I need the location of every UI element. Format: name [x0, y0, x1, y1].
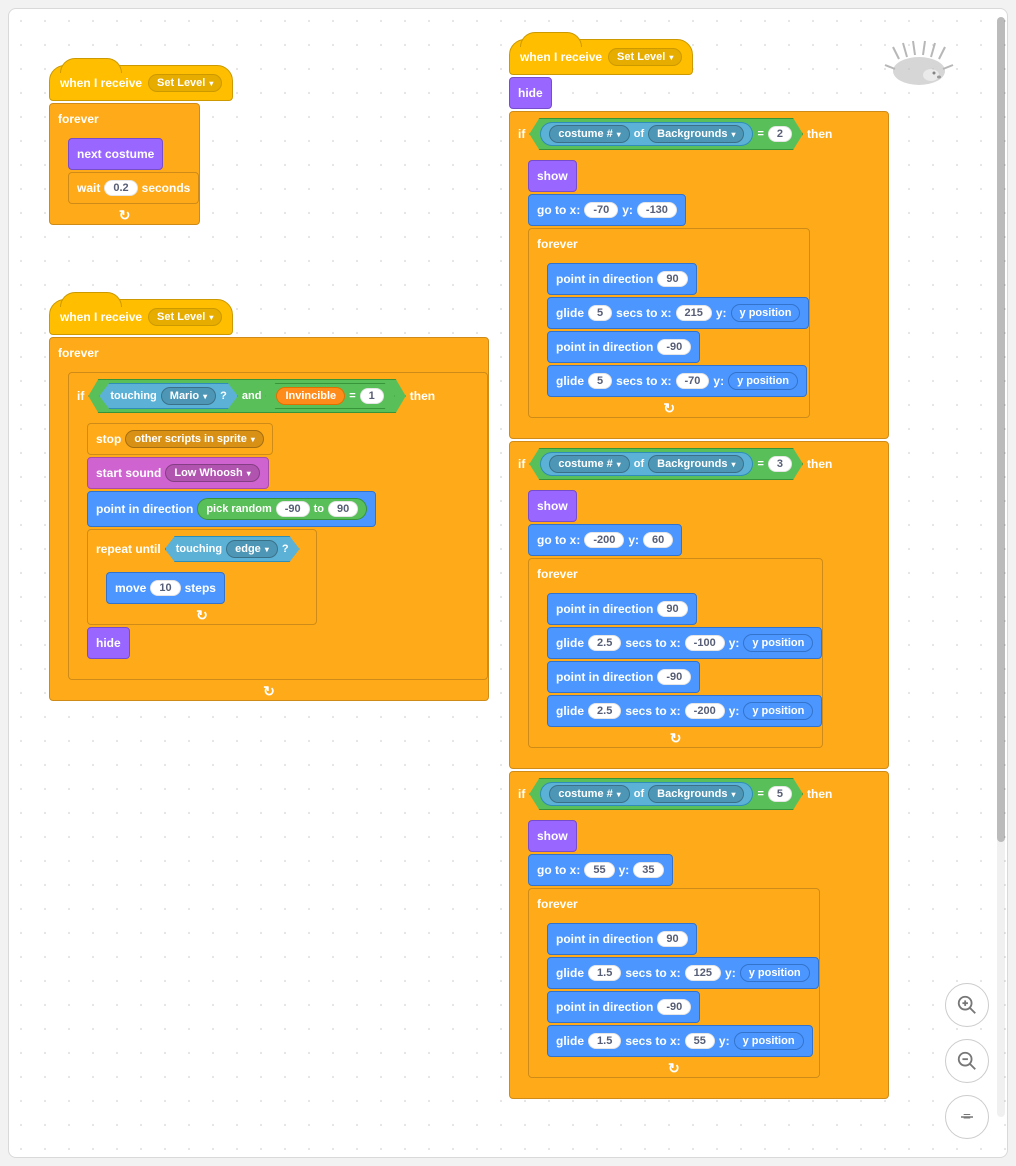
if-block-1[interactable]: if costume #▾ of Backgrounds▾ = 2 then s…	[509, 111, 889, 439]
loop-arrow-icon: ↻	[196, 607, 208, 624]
wait-seconds-input[interactable]: 0.2	[104, 180, 137, 196]
touching-reporter[interactable]: touching Mario▾ ?	[99, 383, 238, 409]
goto-xy-block[interactable]: go to x:-70 y:-130	[528, 194, 686, 226]
loop-arrow-icon: ↻	[663, 400, 675, 417]
y-position-reporter[interactable]: y position	[731, 304, 801, 322]
scratch-workspace[interactable]: when I receive Set Level▾ forever next c…	[8, 8, 1008, 1158]
forever-block[interactable]: forever point in direction90 glide2.5 se…	[528, 558, 823, 748]
costume-of-reporter[interactable]: costume #▾ of Backgrounds▾	[540, 122, 753, 146]
forever-block[interactable]: forever if touching Mario▾ ? and	[49, 337, 489, 701]
point-direction-block[interactable]: point in direction pick random -90 to 90	[87, 491, 376, 527]
show-block[interactable]: show	[528, 160, 577, 192]
loop-arrow-icon: ↻	[119, 207, 131, 224]
glide-block[interactable]: glide5 secs to x:215 y:y position	[547, 297, 809, 329]
when-receive-hat[interactable]: when I receive Set Level▾	[49, 299, 233, 335]
hide-block[interactable]: hide	[509, 77, 552, 109]
stop-block[interactable]: stop other scripts in sprite▾	[87, 423, 273, 455]
equals-condition[interactable]: Invincible = 1	[265, 383, 394, 409]
stop-dropdown[interactable]: other scripts in sprite▾	[125, 430, 264, 448]
repeat-until-block[interactable]: repeat until touching edge▾ ? move	[87, 529, 317, 625]
vertical-scrollbar[interactable]	[997, 17, 1005, 1117]
zoom-in-icon	[956, 994, 978, 1016]
message-dropdown[interactable]: Set Level▾	[608, 48, 682, 66]
if-block-3[interactable]: if costume #▾ of Backgrounds▾ = 5 then s…	[509, 771, 889, 1099]
script-2[interactable]: when I receive Set Level▾ forever if tou…	[49, 299, 489, 701]
point-direction-block[interactable]: point in direction-90	[547, 331, 700, 363]
goto-xy-block[interactable]: go to x:55 y:35	[528, 854, 673, 886]
chevron-down-icon: ▾	[669, 53, 673, 62]
forever-block[interactable]: forever next costume wait 0.2 seconds ↻	[49, 103, 200, 225]
forever-block[interactable]: forever point in direction90 glide5 secs…	[528, 228, 810, 418]
zoom-out-icon	[956, 1050, 978, 1072]
forever-block[interactable]: forever point in direction90 glide1.5 se…	[528, 888, 820, 1078]
message-dropdown[interactable]: Set Level▾	[148, 308, 222, 326]
script-3[interactable]: when I receive Set Level▾ hide if costum…	[509, 39, 889, 1099]
start-sound-block[interactable]: start sound Low Whoosh▾	[87, 457, 269, 489]
touching-dropdown[interactable]: Mario▾	[161, 387, 216, 405]
svg-text:=: =	[963, 1109, 971, 1124]
zoom-in-button[interactable]	[945, 983, 989, 1027]
show-block[interactable]: show	[528, 820, 577, 852]
zoom-controls: =	[945, 983, 989, 1139]
hide-block[interactable]: hide	[87, 627, 130, 659]
zoom-reset-icon: =	[958, 1108, 976, 1126]
when-receive-hat[interactable]: when I receive Set Level▾	[49, 65, 233, 101]
loop-arrow-icon: ↻	[263, 683, 275, 700]
hat-label: when I receive	[60, 76, 142, 90]
loop-arrow-icon: ↻	[668, 1060, 680, 1077]
wait-block[interactable]: wait 0.2 seconds	[68, 172, 199, 204]
if-block[interactable]: if touching Mario▾ ? and Invincible =	[68, 372, 488, 680]
goto-xy-block[interactable]: go to x:-200 y:60	[528, 524, 682, 556]
pick-random-reporter[interactable]: pick random -90 to 90	[197, 498, 367, 520]
if-block-2[interactable]: if costume #▾ of Backgrounds▾ = 3 then s…	[509, 441, 889, 769]
move-steps-block[interactable]: move 10 steps	[106, 572, 225, 604]
script-1[interactable]: when I receive Set Level▾ forever next c…	[49, 65, 233, 225]
sound-dropdown[interactable]: Low Whoosh▾	[165, 464, 259, 482]
when-receive-hat[interactable]: when I receive Set Level▾	[509, 39, 693, 75]
and-condition[interactable]: touching Mario▾ ? and Invincible = 1	[88, 379, 405, 413]
glide-block[interactable]: glide5 secs to x:-70 y:y position	[547, 365, 807, 397]
sprite-thumbnail-hedgehog	[879, 39, 959, 89]
show-block[interactable]: show	[528, 490, 577, 522]
loop-arrow-icon: ↻	[670, 730, 682, 747]
next-costume-block[interactable]: next costume	[68, 138, 163, 170]
touching-edge[interactable]: touching edge▾ ?	[165, 536, 300, 562]
point-direction-block[interactable]: point in direction90	[547, 263, 697, 295]
zoom-reset-button[interactable]: =	[945, 1095, 989, 1139]
equals-condition[interactable]: costume #▾ of Backgrounds▾ = 2	[529, 118, 803, 150]
variable-invincible[interactable]: Invincible	[276, 387, 345, 405]
message-dropdown[interactable]: Set Level▾	[148, 74, 222, 92]
chevron-down-icon: ▾	[209, 313, 213, 322]
zoom-out-button[interactable]	[945, 1039, 989, 1083]
chevron-down-icon: ▾	[209, 79, 213, 88]
